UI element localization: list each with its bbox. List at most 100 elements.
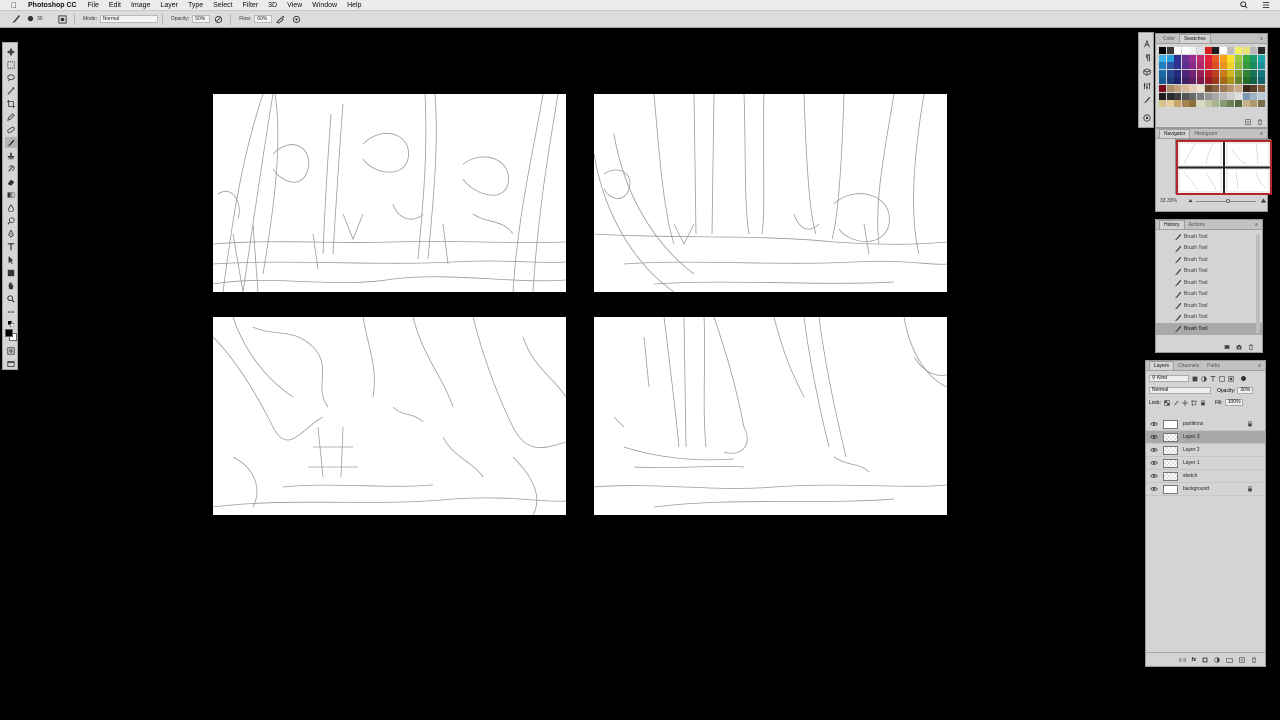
- brush-panel-toggle[interactable]: [57, 14, 67, 24]
- eye-icon[interactable]: [1150, 421, 1158, 427]
- swatch-color[interactable]: [1189, 84, 1197, 92]
- swatch-color[interactable]: [1257, 62, 1265, 70]
- swatch-color[interactable]: [1204, 62, 1212, 70]
- swatch-color[interactable]: [1159, 84, 1166, 92]
- eye-icon[interactable]: [1150, 447, 1158, 453]
- pen-tool[interactable]: [5, 228, 17, 239]
- move-tool[interactable]: [5, 46, 17, 57]
- thumbnail-sketch-3[interactable]: [213, 317, 566, 515]
- history-state[interactable]: Brush Tool: [1156, 266, 1262, 278]
- layer-name[interactable]: Layer 2: [1183, 447, 1200, 453]
- history-state[interactable]: Brush Tool: [1156, 254, 1262, 266]
- history-state[interactable]: Brush Tool: [1156, 243, 1262, 255]
- app-name[interactable]: Photoshop CC: [28, 2, 77, 9]
- swatch-color[interactable]: [1189, 54, 1197, 62]
- mode-select[interactable]: Normal: [99, 15, 158, 23]
- swatch-color[interactable]: [1212, 62, 1220, 70]
- menu-window[interactable]: Window: [312, 2, 337, 9]
- swatch-color[interactable]: [1166, 54, 1174, 62]
- swatch-color[interactable]: [1250, 62, 1258, 70]
- swatch-color[interactable]: [1234, 92, 1242, 100]
- zoom-tool[interactable]: [5, 293, 17, 304]
- history-state[interactable]: Brush Tool: [1156, 289, 1262, 301]
- panel-menu-icon[interactable]: ≡: [1258, 363, 1261, 369]
- swatch-color[interactable]: [1174, 62, 1182, 70]
- eye-icon[interactable]: [1150, 486, 1158, 492]
- eye-icon[interactable]: [1150, 434, 1158, 440]
- menu-view[interactable]: View: [287, 2, 302, 9]
- swatch-color[interactable]: [1181, 84, 1189, 92]
- camera-icon[interactable]: [1236, 344, 1242, 350]
- tab-actions[interactable]: Actions: [1185, 221, 1209, 229]
- swatch-color[interactable]: [1242, 77, 1250, 85]
- swatch-color[interactable]: [1257, 92, 1265, 100]
- tab-swatches[interactable]: Swatches: [1178, 34, 1211, 43]
- layer-row[interactable]: Layer 3: [1146, 431, 1265, 444]
- swatch-color[interactable]: [1189, 69, 1197, 77]
- layer-name[interactable]: background: [1183, 486, 1209, 492]
- swatch-color[interactable]: [1159, 77, 1166, 85]
- history-state[interactable]: Brush Tool: [1156, 277, 1262, 289]
- swatch-color[interactable]: [1196, 77, 1204, 85]
- swatch-color[interactable]: [1159, 54, 1166, 62]
- new-document-from-state-icon[interactable]: [1224, 344, 1230, 350]
- panel-menu-icon[interactable]: ≡: [1260, 36, 1263, 42]
- swatch-color[interactable]: [1257, 100, 1265, 108]
- swatch-color[interactable]: [1204, 92, 1212, 100]
- swatch-color[interactable]: [1219, 84, 1227, 92]
- navigator-zoom-value[interactable]: 33.33%: [1160, 198, 1177, 204]
- swatch-color[interactable]: [1242, 47, 1250, 54]
- link-layers-icon[interactable]: [1178, 657, 1186, 663]
- swatch-color[interactable]: [1234, 77, 1242, 85]
- swatch-color[interactable]: [1257, 69, 1265, 77]
- menu-help[interactable]: Help: [347, 2, 361, 9]
- menu-file[interactable]: File: [88, 2, 99, 9]
- swatch-color[interactable]: [1219, 69, 1227, 77]
- swatch-color[interactable]: [1196, 84, 1204, 92]
- swatch-color[interactable]: [1219, 54, 1227, 62]
- brush-settings-button[interactable]: [1142, 95, 1152, 105]
- swatch-color[interactable]: [1250, 69, 1258, 77]
- flow-field[interactable]: 60%: [254, 15, 273, 23]
- swatch-color[interactable]: [1189, 100, 1197, 108]
- history-state[interactable]: Brush Tool: [1156, 231, 1262, 243]
- fill-field[interactable]: 100%: [1224, 399, 1243, 406]
- layer-row[interactable]: partitions: [1146, 418, 1265, 431]
- blend-mode-select[interactable]: Normal: [1149, 387, 1211, 394]
- tab-history[interactable]: History: [1159, 220, 1185, 229]
- swatch-color[interactable]: [1219, 92, 1227, 100]
- swatch-color[interactable]: [1257, 77, 1265, 85]
- tab-navigator[interactable]: Navigator: [1159, 129, 1191, 138]
- swatch-color[interactable]: [1181, 69, 1189, 77]
- menu-3d[interactable]: 3D: [268, 2, 277, 9]
- swatch-color[interactable]: [1166, 69, 1174, 77]
- swatch-color[interactable]: [1257, 54, 1265, 62]
- layer-style-icon[interactable]: fx: [1192, 657, 1196, 663]
- swatch-color[interactable]: [1234, 100, 1242, 108]
- swatch-color[interactable]: [1181, 54, 1189, 62]
- swatch-color[interactable]: [1212, 92, 1220, 100]
- edit-toolbar-button[interactable]: [5, 306, 17, 317]
- clone-stamp-tool[interactable]: [5, 150, 17, 161]
- swatch-color[interactable]: [1181, 77, 1189, 85]
- 3d-panel-button[interactable]: [1142, 67, 1152, 77]
- quick-mask-button[interactable]: [5, 345, 17, 356]
- spotlight-icon[interactable]: [1240, 0, 1248, 11]
- panel-menu-icon[interactable]: ≡: [1260, 131, 1263, 137]
- swatch-color[interactable]: [1196, 69, 1204, 77]
- swatch-color[interactable]: [1234, 62, 1242, 70]
- eye-icon[interactable]: [1150, 473, 1158, 479]
- swatch-color[interactable]: [1242, 62, 1250, 70]
- eyedropper-tool[interactable]: [5, 111, 17, 122]
- history-state[interactable]: Brush Tool: [1156, 300, 1262, 312]
- thumbnail-sketch-4[interactable]: [594, 317, 947, 515]
- filter-type-icon[interactable]: [1210, 375, 1216, 382]
- swatch-color[interactable]: [1174, 100, 1182, 108]
- swatch-color[interactable]: [1189, 92, 1197, 100]
- new-swatch-icon[interactable]: [1245, 119, 1251, 125]
- hand-tool[interactable]: [5, 280, 17, 291]
- blur-tool[interactable]: [5, 202, 17, 213]
- swatch-color[interactable]: [1174, 92, 1182, 100]
- thumbnail-sketch-2[interactable]: [594, 94, 947, 292]
- swatch-color[interactable]: [1159, 100, 1166, 108]
